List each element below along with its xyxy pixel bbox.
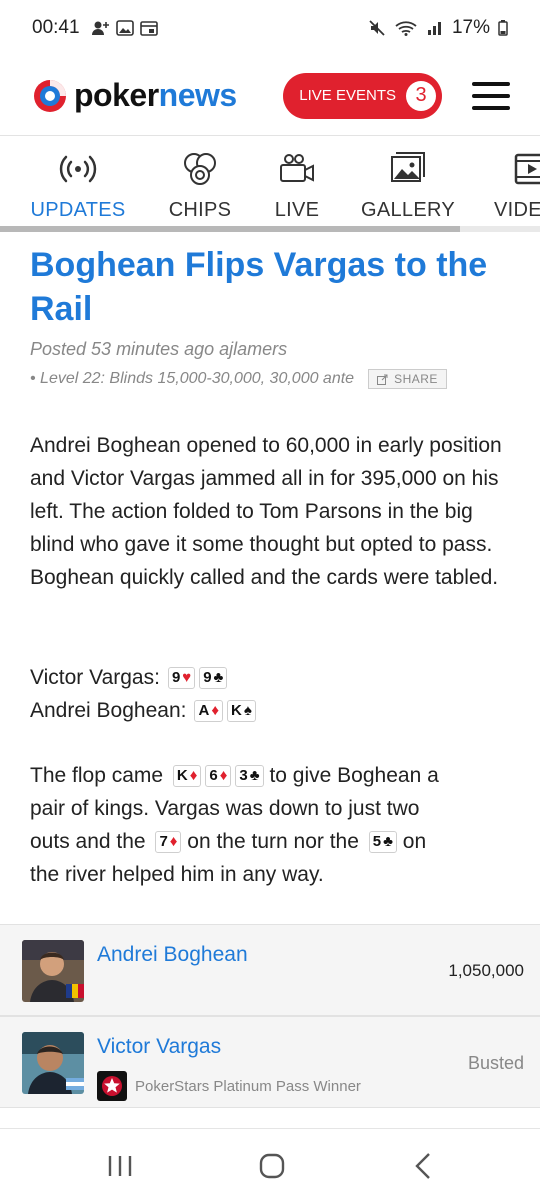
home-icon[interactable] xyxy=(252,1151,292,1181)
player-row-victor-vargas[interactable]: Victor Vargas Busted PokerStars Platinum… xyxy=(0,1016,540,1108)
card: K ♠ xyxy=(226,699,256,722)
level-info: • Level 22: Blinds 15,000-30,000, 30,000… xyxy=(30,370,355,387)
tab-chips-label: CHIPS xyxy=(168,199,232,221)
broadcast-icon xyxy=(59,155,97,183)
card: A ♦ xyxy=(194,699,223,722)
system-navigation-bar xyxy=(0,1128,540,1200)
article-paragraph-1: Andrei Boghean opened to 60,000 in early… xyxy=(30,434,502,589)
share-label: SHARE xyxy=(394,372,438,386)
tab-videos[interactable]: VIDE xyxy=(494,137,540,233)
article-paragraph-3-line-4: the river helped him in any way. xyxy=(30,863,324,886)
logo-poker-text: poker xyxy=(74,77,159,113)
image-icon xyxy=(115,20,134,36)
signal-icon xyxy=(427,22,441,35)
mute-icon xyxy=(369,20,385,36)
tab-chips[interactable]: CHIPS xyxy=(160,137,240,233)
chip-count: 1,050,000 xyxy=(448,961,524,980)
tab-live-label: LIVE xyxy=(274,199,320,221)
film-icon xyxy=(514,153,540,185)
badge-label: PokerStars Platinum Pass Winner xyxy=(135,1077,361,1095)
card: K ♦ xyxy=(172,765,202,788)
site-header: pokernews LIVE EVENTS 3 xyxy=(0,56,540,136)
pokernews-logo-icon xyxy=(34,79,66,112)
video-camera-icon xyxy=(280,154,314,182)
player-status: Busted xyxy=(467,1053,524,1073)
logo-news-text: news xyxy=(158,77,238,113)
player-name[interactable]: Andrei Boghean xyxy=(97,943,248,967)
live-events-count: 3 xyxy=(406,80,436,111)
logo-wordmark: pokernews xyxy=(74,77,237,114)
live-events-label: LIVE EVENTS xyxy=(299,87,396,104)
battery-icon xyxy=(498,20,508,36)
article-paragraph-3-line-3: outs and the 7 ♦ on the turn nor the 5 ♣ o… xyxy=(30,830,427,854)
article-paragraph-3-line-1: The flop came K ♦ 6 ♦ 3 ♣ to give Boghean a xyxy=(30,764,439,788)
share-icon xyxy=(377,374,388,385)
posted-time: Posted 53 minutes ago xyxy=(30,339,215,359)
status-icons-right: 17% xyxy=(368,17,508,39)
status-time: 00:41 xyxy=(32,17,80,38)
card: 5 ♣ xyxy=(368,831,397,854)
post-meta: Posted 53 minutes ago ajlamers xyxy=(30,339,287,360)
tabs-scrollbar-thumb[interactable] xyxy=(0,226,460,232)
status-bar: 00:41 17% xyxy=(0,0,540,56)
add-person-icon xyxy=(91,21,109,35)
pokernews-logo[interactable]: pokernews xyxy=(32,77,237,114)
player-name[interactable]: Victor Vargas xyxy=(97,1035,221,1059)
avatar[interactable] xyxy=(22,1032,84,1094)
tab-updates-label: UPDATES xyxy=(30,199,126,221)
hand-andrei-boghean: Andrei Boghean: A ♦ K ♠ xyxy=(30,694,256,727)
player-row-andrei-boghean[interactable]: Andrei Boghean 1,050,000 xyxy=(0,924,540,1016)
live-events-button[interactable]: LIVE EVENTS 3 xyxy=(283,72,442,119)
tab-live[interactable]: LIVE xyxy=(267,137,327,233)
level-meta: • Level 22: Blinds 15,000-30,000, 30,000… xyxy=(30,369,447,389)
player-badge: PokerStars Platinum Pass Winner xyxy=(97,1071,361,1101)
status-icons-left xyxy=(91,20,158,36)
tab-updates[interactable]: UPDATES xyxy=(30,137,126,233)
hamburger-menu-icon[interactable] xyxy=(472,81,510,110)
content-tabs: UPDATES CHIPS LIVE GALLERY VIDE xyxy=(0,137,540,233)
article-paragraph-3-line-2: pair of kings. Vargas was down to just t… xyxy=(30,797,420,820)
pokerstars-logo-icon xyxy=(97,1071,127,1101)
article-headline: Boghean Flips Vargas to the Rail xyxy=(30,246,488,328)
author-link[interactable]: ajlamers xyxy=(219,339,287,359)
tab-gallery-label: GALLERY xyxy=(360,199,455,221)
battery-percent: 17% xyxy=(451,17,490,38)
tab-videos-label: VIDE xyxy=(494,199,540,221)
card: 6 ♦ xyxy=(205,765,232,788)
card: 9 ♣ xyxy=(199,666,228,689)
share-button[interactable]: SHARE xyxy=(368,369,447,389)
wifi-icon xyxy=(395,21,417,36)
card: 7 ♦ xyxy=(155,831,182,854)
hand-label: Victor Vargas: xyxy=(30,666,160,689)
hand-label: Andrei Boghean: xyxy=(30,699,187,722)
card: 3 ♣ xyxy=(235,765,264,788)
chips-icon xyxy=(184,153,216,185)
back-icon[interactable] xyxy=(404,1151,444,1181)
avatar[interactable] xyxy=(22,940,84,1002)
card: 9 ♥ xyxy=(167,666,196,689)
recent-apps-icon[interactable] xyxy=(100,1151,140,1181)
gallery-icon xyxy=(391,152,425,182)
calendar-icon xyxy=(139,21,158,36)
hand-victor-vargas: Victor Vargas: 9 ♥ 9 ♣ xyxy=(30,661,228,694)
tab-gallery[interactable]: GALLERY xyxy=(358,137,458,233)
tabs-scrollbar[interactable] xyxy=(0,226,540,232)
